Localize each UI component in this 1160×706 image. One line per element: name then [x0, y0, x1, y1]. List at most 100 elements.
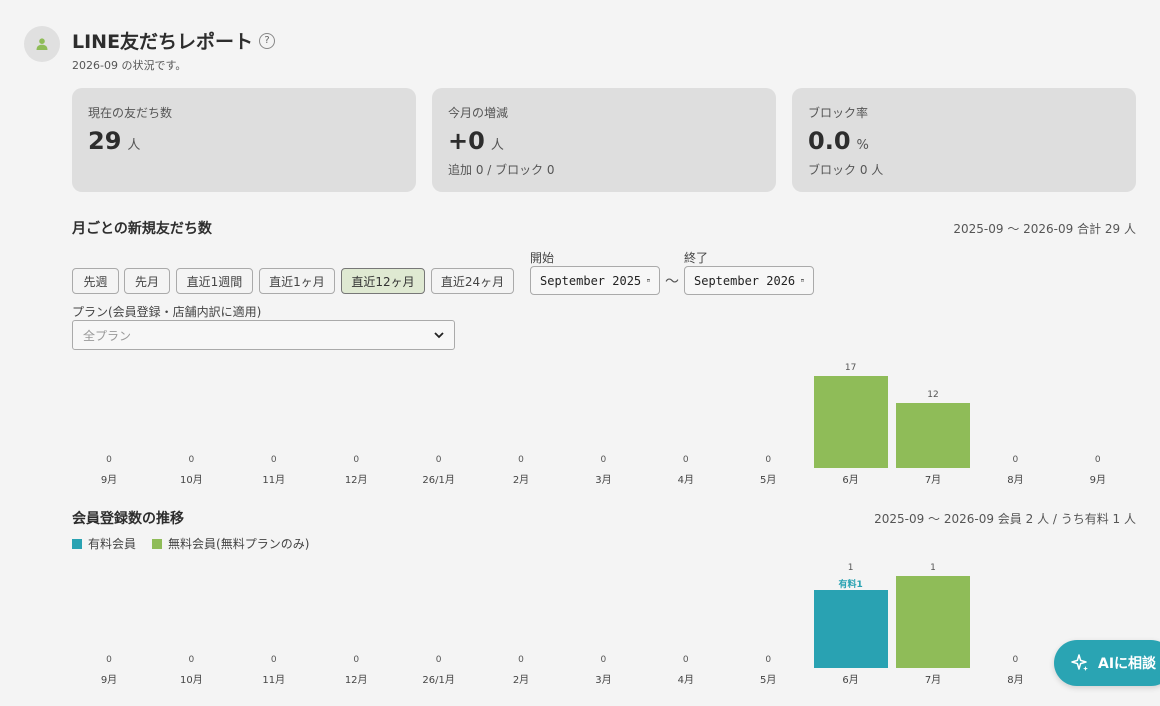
- chart-tick-label: 11月: [262, 675, 286, 686]
- chart-data-label: 0: [106, 655, 112, 665]
- chart-tick-label: 9月: [100, 675, 118, 686]
- kpi-unit: %: [856, 138, 869, 153]
- legend-swatch-paid: [72, 539, 82, 549]
- end-date-label: 終了: [684, 251, 709, 265]
- chart-data-label: 17: [844, 363, 857, 373]
- chart-tick-label: 12月: [344, 475, 368, 486]
- kpi-number: 0.0: [808, 127, 851, 155]
- section-summary-membership: 2025-09 〜 2026-09 会員 2 人 / うち有料 1 人: [874, 512, 1136, 526]
- calendar-icon[interactable]: [801, 275, 804, 286]
- start-date-input[interactable]: September 2025: [530, 266, 660, 295]
- legend-swatch-free: [152, 539, 163, 549]
- kpi-label: ブロック率: [808, 106, 869, 120]
- chart-data-label: 0: [600, 455, 607, 465]
- chart-tick-label: 9月: [100, 475, 118, 486]
- chart-data-label: 0: [435, 455, 442, 465]
- chart-data-label: 0: [765, 455, 772, 465]
- page-title-text: LINE友だちレポート: [72, 31, 254, 53]
- legend-item-free: 無料会員(無料プランのみ): [152, 535, 309, 552]
- chart-tick-label: 7月: [924, 675, 942, 686]
- chart-data-label: 0: [765, 655, 772, 665]
- start-date-value: September 2025: [540, 273, 642, 288]
- chart-tick-label: 3月: [595, 675, 612, 686]
- chart-tick-label: 8月: [1007, 475, 1024, 486]
- kpi-card-change: 今月の増減 +0 人 追加 0 / ブロック 0: [432, 88, 776, 192]
- chart-tick-label: 26/1月: [422, 675, 455, 686]
- chart-bar: [813, 376, 888, 468]
- chart-data-label: 0: [1012, 455, 1019, 465]
- chart-tick-label: 7月: [924, 475, 942, 486]
- plan-filter-label: プラン(会員登録・店舗内訳に適用): [72, 305, 262, 319]
- kpi-unit: 人: [490, 138, 504, 153]
- chart-tick-label: 5月: [760, 675, 777, 686]
- chart-data-label: 1: [930, 563, 936, 573]
- chart-data-label: 0: [1012, 655, 1019, 665]
- kpi-label: 現在の友だち数: [88, 106, 173, 120]
- calendar-icon[interactable]: [647, 275, 650, 286]
- chart-data-label: 0: [270, 455, 277, 465]
- filter-last-week-button[interactable]: 先週: [72, 268, 119, 294]
- chart-data-label: 0: [353, 655, 360, 665]
- section-summary-new-friends: 2025-09 〜 2026-09 合計 29 人: [953, 222, 1136, 236]
- chart-data-label: 1: [847, 563, 854, 573]
- filter-last-month-button[interactable]: 先月: [124, 268, 170, 294]
- chart-tick-label: 11月: [262, 475, 286, 486]
- start-date-label: 開始: [530, 251, 555, 265]
- kpi-label: 今月の増減: [448, 106, 509, 120]
- kpi-sub: 追加 0 / ブロック 0: [448, 163, 555, 177]
- kpi-card-friends: 現在の友だち数 29 人: [72, 88, 416, 192]
- kpi-sub: ブロック 0 人: [808, 163, 884, 177]
- filter-recent-1week-button[interactable]: 直近1週間: [176, 268, 253, 294]
- legend-label-free: 無料会員(無料プランのみ): [168, 537, 310, 551]
- plan-select[interactable]: 全プラン: [72, 320, 455, 350]
- chart-tick-label: 5月: [760, 475, 777, 486]
- filter-recent-12months-button[interactable]: 直近12ヶ月: [341, 268, 425, 294]
- user-avatar-icon: [24, 26, 60, 62]
- kpi-value: 29 人: [88, 127, 400, 155]
- page-subtitle: 2026-09 の状況です。: [72, 59, 187, 72]
- chart-tick-label: 26/1月: [422, 475, 455, 486]
- chart-data-label: 0: [518, 455, 524, 465]
- kpi-card-block-rate: ブロック率 0.0 % ブロック 0 人: [792, 88, 1136, 192]
- filter-recent-1month-button[interactable]: 直近1ヶ月: [259, 268, 335, 294]
- date-range-separator: 〜: [665, 274, 679, 290]
- chart-tick-label: 4月: [677, 475, 694, 486]
- legend-label-paid: 有料会員: [88, 537, 137, 551]
- chart-data-label: 0: [435, 655, 442, 665]
- chart-data-label: 12: [927, 390, 939, 401]
- report-panel: LINE友だちレポート ? 2026-09 の状況です。 現在の友だち数 29 …: [0, 0, 1160, 706]
- chart-tick-label: 8月: [1007, 675, 1024, 686]
- chart-data-label: 0: [106, 455, 112, 465]
- chart-tick-label: 2月: [512, 475, 530, 486]
- chart-tick-label: 10月: [180, 475, 203, 486]
- kpi-value: +0 人: [448, 127, 760, 155]
- chart-tick-label: 9月: [1089, 475, 1106, 486]
- chart-tick-label: 4月: [677, 675, 694, 686]
- legend-item-paid: 有料会員: [72, 535, 136, 552]
- kpi-unit: 人: [127, 138, 141, 153]
- chart-bar: [813, 590, 888, 668]
- chart-tick-label: 3月: [595, 475, 612, 486]
- ai-consult-button[interactable]: AIに相談: [1054, 640, 1160, 686]
- chart-data-label: 0: [600, 655, 607, 665]
- help-icon[interactable]: ?: [259, 32, 276, 49]
- chevron-down-icon: [434, 331, 444, 338]
- section-title-membership: 会員登録数の推移: [72, 511, 184, 527]
- kpi-number: 29: [88, 127, 122, 155]
- kpi-value: 0.0 %: [808, 127, 1120, 155]
- chart-data-label: 0: [682, 455, 689, 465]
- end-date-value: September 2026: [694, 273, 796, 288]
- chart-tick-label: 6月: [842, 675, 859, 686]
- chart-data-label: 0: [1094, 455, 1101, 465]
- end-date-input[interactable]: September 2026: [684, 266, 814, 295]
- chart-tick-label: 10月: [180, 675, 203, 686]
- filter-recent-24months-button[interactable]: 直近24ヶ月: [431, 268, 514, 294]
- plan-select-placeholder: 全プラン: [83, 328, 132, 343]
- chart-paid-tag: 有料1: [838, 580, 863, 590]
- chart-data-label: 0: [270, 655, 277, 665]
- ai-consult-label: AIに相談: [1098, 656, 1157, 672]
- membership-legend: 有料会員 無料会員(無料プランのみ): [72, 535, 309, 552]
- chart-data-label: 0: [188, 455, 195, 465]
- sparkle-icon: [1071, 654, 1088, 671]
- kpi-number: +0: [448, 127, 485, 155]
